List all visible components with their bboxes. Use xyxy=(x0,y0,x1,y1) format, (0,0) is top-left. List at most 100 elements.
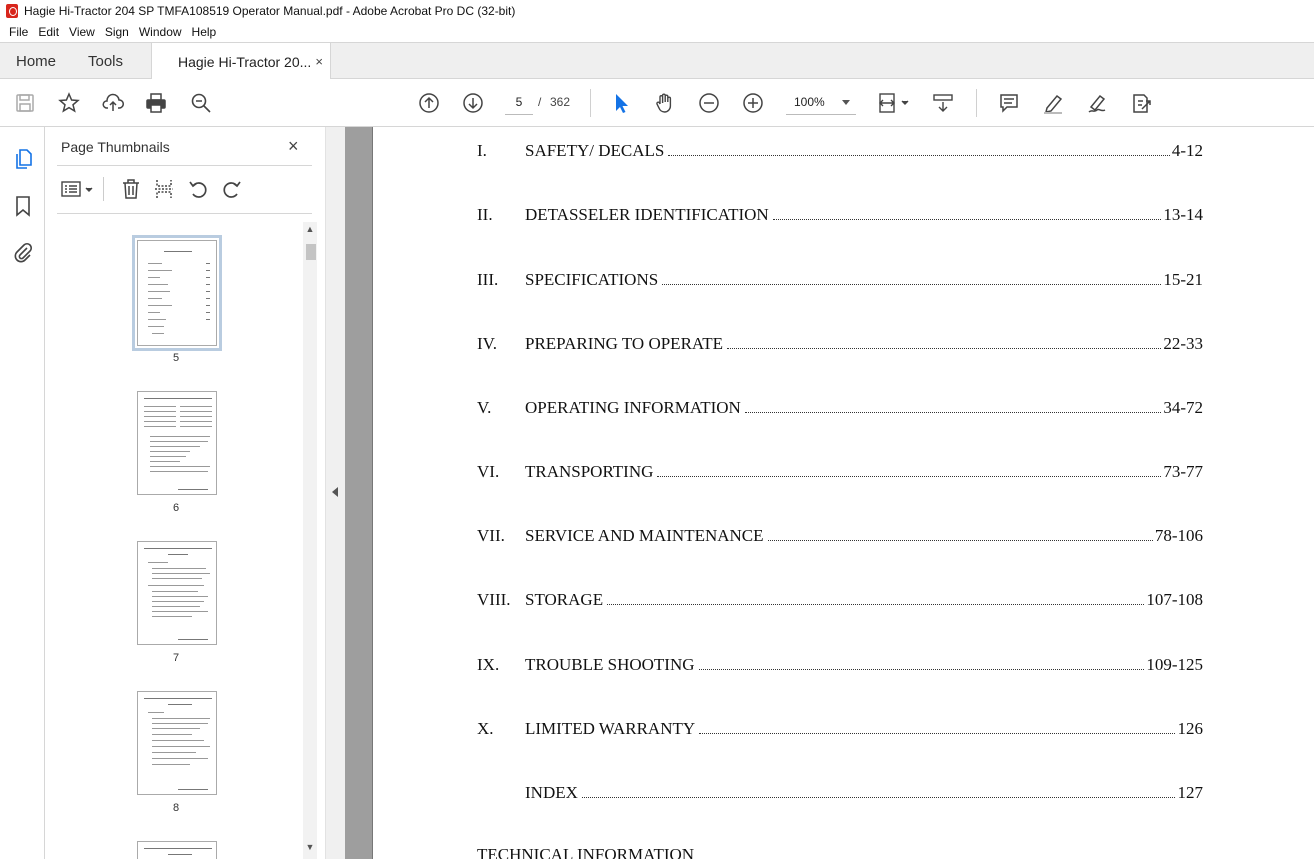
page-thumbnail[interactable] xyxy=(137,691,217,795)
page-thumbnail[interactable] xyxy=(137,541,217,645)
toc-entry[interactable]: INDEX 127 xyxy=(477,783,1203,805)
toc-entry-number: VII. xyxy=(477,526,505,545)
toc-entry-title: PREPARING TO OPERATE xyxy=(525,334,724,353)
fill-sign-icon[interactable] xyxy=(1085,91,1109,115)
navigation-rail xyxy=(0,127,45,859)
toc-entry-pages: 13-14 xyxy=(1163,205,1203,224)
highlight-icon[interactable] xyxy=(1041,91,1065,115)
toc-entry-pages: 4-12 xyxy=(1171,141,1203,160)
thumbnail-page-number: 6 xyxy=(172,502,180,514)
thumbnail-scrollbar[interactable]: ▲ ▼ xyxy=(303,222,317,859)
title-bar: Hagie Hi-Tractor 204 SP TMFA108519 Opera… xyxy=(0,0,1314,22)
toc-leader-dots xyxy=(727,345,1161,349)
toc-leader-dots xyxy=(582,794,1175,798)
export-icon[interactable] xyxy=(1129,91,1153,115)
document-view[interactable]: I. SAFETY/ DECALS 4-12 II. DETASSELER IDENTI… xyxy=(345,127,1314,859)
window-title: Hagie Hi-Tractor 204 SP TMFA108519 Opera… xyxy=(24,4,516,18)
scroll-up-icon[interactable]: ▲ xyxy=(305,224,315,234)
print-icon[interactable] xyxy=(144,91,168,115)
delete-page-icon[interactable] xyxy=(119,177,143,201)
page-separator: / xyxy=(538,95,542,109)
page-thumbnails-panel: Page Thumbnails × 5 6 7 8 ▲ ▼ xyxy=(45,127,325,859)
toc-leader-dots xyxy=(699,666,1144,670)
close-panel-icon[interactable]: × xyxy=(288,136,299,157)
toc-entry-number: IV. xyxy=(477,334,497,353)
comment-icon[interactable] xyxy=(997,91,1021,115)
toc-entry[interactable]: I. SAFETY/ DECALS 4-12 xyxy=(477,141,1203,163)
thumbnail-options-icon[interactable] xyxy=(59,177,97,201)
zoom-in-icon[interactable] xyxy=(741,91,765,115)
divider xyxy=(57,213,312,214)
toc-entry[interactable]: VII. SERVICE AND MAINTENANCE 78-106 xyxy=(477,526,1203,548)
menu-sign[interactable]: Sign xyxy=(100,25,134,39)
toc-leader-dots xyxy=(699,730,1175,734)
toc-entry-pages: 107-108 xyxy=(1146,590,1203,609)
toolbar-divider xyxy=(976,89,977,117)
tab-home[interactable]: Home xyxy=(16,53,56,70)
scroll-down-icon[interactable]: ▼ xyxy=(305,842,315,852)
hand-tool-icon[interactable] xyxy=(653,91,677,115)
page-thumbnails-icon[interactable] xyxy=(11,147,35,171)
rotate-right-icon[interactable] xyxy=(220,177,244,201)
toc-entry-pages: 127 xyxy=(1177,783,1204,802)
toc-entry-number: VI. xyxy=(477,462,500,481)
toc-section-heading: TECHNICAL INFORMATION xyxy=(477,845,695,859)
toc-entry-title: SAFETY/ DECALS xyxy=(525,141,665,160)
toc-entry[interactable]: VIII. STORAGE 107-108 xyxy=(477,590,1203,612)
save-icon[interactable] xyxy=(13,91,37,115)
fit-page-icon[interactable] xyxy=(876,91,912,115)
toc-entry[interactable]: VI. TRANSPORTING 73-77 xyxy=(477,462,1203,484)
toc-leader-dots xyxy=(773,216,1161,220)
divider xyxy=(57,165,312,166)
select-cursor-icon[interactable] xyxy=(609,91,633,115)
toc-entry-pages: 15-21 xyxy=(1163,270,1203,289)
tab-document-label: Hagie Hi-Tractor 20... xyxy=(178,53,312,70)
close-tab-icon[interactable]: × xyxy=(315,54,323,69)
toc-entry[interactable]: III. SPECIFICATIONS 15-21 xyxy=(477,270,1203,292)
main-toolbar: 5 / 362 100% xyxy=(0,79,1314,127)
menu-window[interactable]: Window xyxy=(134,25,187,39)
scroll-mode-icon[interactable] xyxy=(931,91,955,115)
search-zoom-icon[interactable] xyxy=(189,91,213,115)
toc-entry-title: TRANSPORTING xyxy=(525,462,654,481)
toolbar-divider xyxy=(103,177,104,201)
page-thumbnail[interactable] xyxy=(132,235,222,351)
toc-entry[interactable]: IX. TROUBLE SHOOTING 109-125 xyxy=(477,655,1203,677)
menu-bar: File Edit View Sign Window Help xyxy=(0,22,1314,42)
menu-view[interactable]: View xyxy=(64,25,100,39)
bookmark-icon[interactable] xyxy=(11,194,35,218)
menu-help[interactable]: Help xyxy=(187,25,222,39)
toc-entry-title: STORAGE xyxy=(525,590,604,609)
page-thumbnail[interactable] xyxy=(137,841,217,859)
page-down-icon[interactable] xyxy=(461,91,485,115)
tab-tools[interactable]: Tools xyxy=(88,53,123,70)
toc-entry-title: INDEX xyxy=(525,783,578,802)
toc-entry[interactable]: X. LIMITED WARRANTY 126 xyxy=(477,719,1203,741)
toc-leader-dots xyxy=(745,409,1161,413)
page-number-input[interactable]: 5 xyxy=(505,91,533,115)
tab-document[interactable]: Hagie Hi-Tractor 20... × xyxy=(151,43,331,80)
toc-entry-title: LIMITED WARRANTY xyxy=(525,719,696,738)
page-up-icon[interactable] xyxy=(417,91,441,115)
rotate-left-icon[interactable] xyxy=(186,177,210,201)
toc-entry-title: DETASSELER IDENTIFICATION xyxy=(525,205,769,224)
toc-entry[interactable]: II. DETASSELER IDENTIFICATION 13-14 xyxy=(477,205,1203,227)
menu-edit[interactable]: Edit xyxy=(33,25,64,39)
pdf-page: I. SAFETY/ DECALS 4-12 II. DETASSELER IDENTI… xyxy=(372,127,1314,859)
panel-collapse-handle[interactable] xyxy=(325,127,345,859)
page-thumbnail[interactable] xyxy=(137,391,217,495)
thumbnail-page-number: 5 xyxy=(172,352,180,364)
extract-page-icon[interactable] xyxy=(152,177,176,201)
toc-entry[interactable]: IV. PREPARING TO OPERATE 22-33 xyxy=(477,334,1203,356)
zoom-out-icon[interactable] xyxy=(697,91,721,115)
zoom-dropdown[interactable]: 100% xyxy=(786,91,856,115)
toc-leader-dots xyxy=(768,537,1153,541)
upload-cloud-icon[interactable] xyxy=(101,91,125,115)
menu-file[interactable]: File xyxy=(4,25,33,39)
toc-entry-pages: 109-125 xyxy=(1146,655,1203,674)
toc-entry[interactable]: V. OPERATING INFORMATION 34-72 xyxy=(477,398,1203,420)
bookmark-star-icon[interactable] xyxy=(57,91,81,115)
attachment-icon[interactable] xyxy=(11,240,35,264)
acrobat-logo-icon xyxy=(6,4,18,18)
scrollbar-thumb[interactable] xyxy=(306,244,316,260)
